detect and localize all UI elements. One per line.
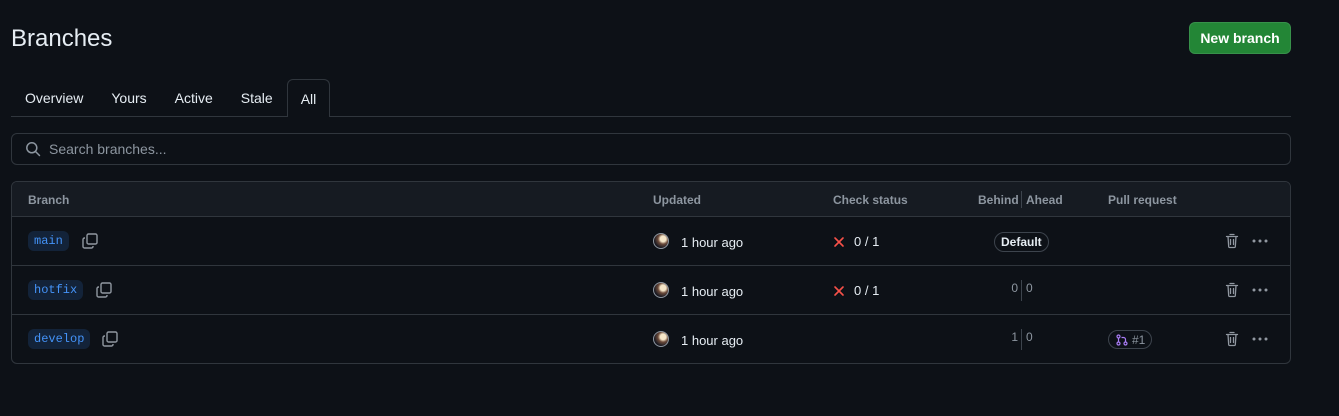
ahead-count: 0 (1026, 330, 1033, 344)
branch-name-link[interactable]: develop (28, 329, 91, 349)
updated-time: 1 hour ago (681, 333, 744, 348)
avatar[interactable] (653, 233, 669, 249)
table-header: Branch Updated Check status Behind Ahead… (12, 182, 1290, 217)
default-branch-badge: Default (994, 232, 1049, 252)
trash-icon[interactable] (1224, 233, 1240, 252)
tab-active[interactable]: Active (161, 79, 227, 116)
table-row: main 1 hour ago 0 / 1 Default (12, 217, 1290, 266)
behind-ahead-divider (1021, 329, 1022, 350)
branch-name-link[interactable]: main (28, 231, 69, 251)
behind-ahead-divider (1021, 280, 1022, 301)
column-pull-request: Pull request (1108, 193, 1177, 207)
check-status-count[interactable]: 0 / 1 (854, 234, 879, 249)
pull-request-link[interactable]: #1 (1108, 330, 1153, 349)
column-updated: Updated (653, 193, 701, 207)
branch-name-link[interactable]: hotfix (28, 280, 84, 300)
kebab-horizontal-icon[interactable] (1251, 283, 1269, 300)
tab-all[interactable]: All (286, 79, 331, 117)
search-input[interactable] (41, 134, 1290, 164)
avatar[interactable] (653, 282, 669, 298)
check-status-count[interactable]: 0 / 1 (854, 283, 879, 298)
trash-icon[interactable] (1224, 331, 1240, 350)
trash-icon[interactable] (1224, 282, 1240, 301)
table-row: hotfix 1 hour ago 0 / 1 0 0 (12, 266, 1290, 315)
ahead-count: 0 (1026, 281, 1033, 295)
table-row: develop 1 hour ago 1 0 #1 (12, 315, 1290, 363)
copy-icon[interactable] (101, 330, 119, 348)
column-ahead: Ahead (1026, 193, 1063, 207)
copy-icon[interactable] (95, 281, 113, 299)
avatar[interactable] (653, 331, 669, 347)
page-title: Branches (11, 25, 113, 52)
branch-filter-tabs: Overview Yours Active Stale All (11, 79, 1291, 117)
branches-table: Branch Updated Check status Behind Ahead… (11, 181, 1291, 364)
git-pull-request-icon (1116, 333, 1128, 346)
column-branch: Branch (28, 193, 70, 207)
tab-yours[interactable]: Yours (97, 79, 160, 116)
new-branch-button[interactable]: New branch (1189, 22, 1291, 54)
behind-ahead-divider (1021, 191, 1022, 208)
updated-time: 1 hour ago (681, 235, 744, 250)
pull-request-number: #1 (1132, 332, 1146, 347)
updated-time: 1 hour ago (681, 284, 744, 299)
behind-count: 0 (1011, 281, 1018, 295)
kebab-horizontal-icon[interactable] (1251, 234, 1269, 251)
tab-overview[interactable]: Overview (11, 79, 97, 116)
column-behind: Behind (978, 193, 1019, 207)
column-check-status: Check status (833, 193, 908, 207)
tab-stale[interactable]: Stale (227, 79, 287, 116)
search-box (11, 133, 1291, 165)
search-icon (25, 141, 41, 157)
kebab-horizontal-icon[interactable] (1251, 332, 1269, 349)
x-icon[interactable] (833, 235, 845, 251)
x-icon[interactable] (833, 284, 845, 300)
behind-count: 1 (1011, 330, 1018, 344)
copy-icon[interactable] (81, 232, 99, 250)
